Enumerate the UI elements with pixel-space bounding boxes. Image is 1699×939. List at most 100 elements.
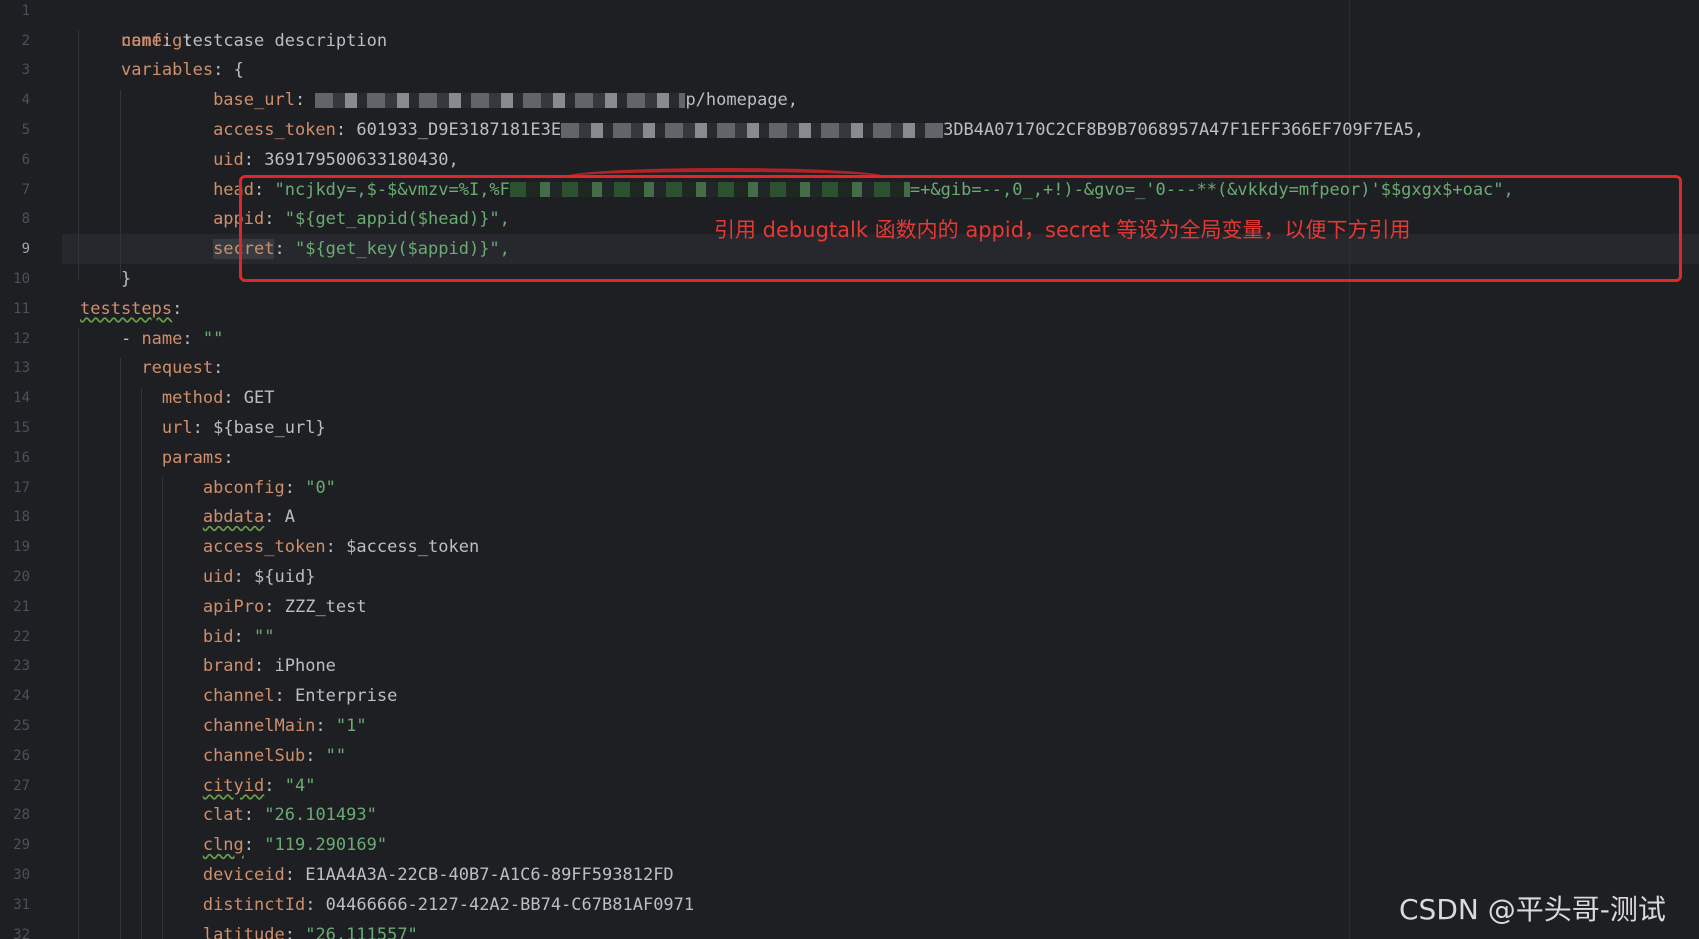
- list-dash: -: [120, 328, 142, 349]
- line-number: 4: [21, 92, 30, 109]
- yaml-key: bid: [202, 626, 234, 647]
- line-number: 20: [13, 569, 30, 585]
- code-line-22[interactable]: bid: "": [80, 623, 275, 653]
- yaml-key: channel: [202, 686, 275, 707]
- colon-punct: :: [315, 716, 336, 736]
- yaml-key: uid: [202, 567, 234, 587]
- code-line-6[interactable]: uid: 369179500633180430,: [80, 146, 459, 176]
- code-line-28[interactable]: clat: "26.101493": [80, 801, 377, 831]
- code-line-15[interactable]: url: ${base_url}: [80, 414, 326, 444]
- yaml-string: "1": [335, 716, 367, 736]
- code-line-16[interactable]: params:: [80, 444, 234, 474]
- line-number: 7: [21, 181, 30, 198]
- code-line-30[interactable]: deviceid: E1AA4A3A-22CB-40B7-A1C6-89FF59…: [80, 861, 674, 891]
- code-line-13[interactable]: request:: [80, 354, 223, 384]
- colon-punct: :: [335, 120, 357, 140]
- code-line-3[interactable]: variables: {: [80, 56, 244, 86]
- code-line-31[interactable]: distinctId: 04466666-2127-42A2-BB74-C67B…: [80, 891, 694, 921]
- line-number: 26: [13, 747, 30, 764]
- colon-punct: :: [192, 418, 214, 438]
- yaml-key: params: [161, 447, 224, 468]
- yaml-value: ${base_url}: [213, 418, 326, 438]
- yaml-value: GET: [243, 388, 275, 409]
- line-number: 23: [13, 658, 30, 675]
- code-line-29[interactable]: clng: "119.290169": [80, 831, 387, 861]
- colon-punct: :: [223, 388, 244, 409]
- colon-punct: :: [233, 626, 255, 647]
- yaml-string: "": [202, 328, 224, 349]
- line-number: 21: [13, 598, 30, 615]
- line-number: 18: [13, 509, 30, 526]
- line-number: 16: [13, 449, 30, 466]
- yaml-key: channelMain: [202, 716, 316, 736]
- code-line-17[interactable]: abconfig: "0": [80, 474, 336, 504]
- line-number: 24: [13, 688, 30, 705]
- colon-punct: :: [243, 835, 265, 856]
- code-line-1[interactable]: config:: [80, 0, 193, 51]
- yaml-key: distinctId: [202, 894, 306, 915]
- colon-punct: :: [305, 745, 326, 766]
- line-number: 5: [21, 122, 30, 138]
- code-line-32[interactable]: latitude: "26.111557": [80, 921, 418, 939]
- yaml-string: "119.290169": [264, 835, 388, 856]
- yaml-value: iPhone: [274, 656, 336, 677]
- code-line-21[interactable]: apiPro: ZZZ_test: [80, 593, 367, 623]
- code-line-20[interactable]: uid: ${uid}: [80, 563, 316, 593]
- code-line-25[interactable]: channelMain: "1": [80, 712, 367, 742]
- code-line-18[interactable]: abdata: A: [80, 503, 295, 533]
- colon-punct: :: [264, 596, 285, 617]
- line-number-gutter: 1 2 3 4 5 6 7 8 9 10 11 12 13 14 15 16 17 18 19 20 21 22 23 24 2…: [0, 0, 62, 939]
- yaml-key: url: [161, 418, 193, 438]
- yaml-key: clng: [202, 835, 244, 856]
- colon-punct: :: [264, 775, 285, 796]
- yaml-value: }: [120, 269, 132, 289]
- yaml-value: $access_token: [346, 537, 480, 558]
- line-number: 2: [21, 32, 30, 49]
- code-line-19[interactable]: access_token: $access_token: [80, 533, 479, 563]
- code-line-24[interactable]: channel: Enterprise: [80, 682, 398, 712]
- colon-punct: :: [254, 656, 275, 677]
- code-line-14[interactable]: method: GET: [80, 384, 275, 414]
- colon-punct: :: [243, 149, 265, 170]
- watermark: CSDN @平头哥-测试: [1399, 893, 1666, 926]
- line-number: 22: [13, 628, 30, 645]
- line-number: 1: [21, 2, 30, 19]
- line-number: 9: [21, 241, 30, 258]
- colon-punct: :: [274, 686, 295, 707]
- colon-punct: :: [325, 537, 347, 558]
- yaml-string: "26.101493": [264, 805, 377, 826]
- colon-punct: :: [182, 328, 203, 349]
- line-number: 12: [13, 330, 30, 347]
- code-line-4[interactable]: base_url: p/homepage,: [80, 86, 798, 116]
- yaml-string: "0": [305, 477, 336, 498]
- code-editor[interactable]: 1 2 3 4 5 6 7 8 9 10 11 12 13 14 15 16 17 18 19 20 21 22 23 24 2…: [0, 0, 1699, 939]
- colon-punct: :: [264, 507, 285, 528]
- indent-guide: [78, 328, 79, 939]
- line-number: 6: [21, 151, 30, 168]
- line-number: 3: [21, 62, 30, 79]
- colon-punct: :: [213, 60, 234, 81]
- code-line-26[interactable]: channelSub: "": [80, 742, 346, 772]
- line-number: 29: [13, 837, 30, 854]
- line-number: 14: [13, 390, 30, 407]
- code-line-2[interactable]: name: testcase description: [80, 27, 387, 57]
- code-line-12[interactable]: - name: "": [80, 325, 223, 355]
- code-line-11[interactable]: teststeps:: [80, 295, 182, 325]
- code-line-10[interactable]: }: [80, 265, 131, 295]
- code-line-27[interactable]: cityid: "4": [80, 772, 316, 802]
- code-line-23[interactable]: brand: iPhone: [80, 652, 336, 682]
- yaml-key: variables: [120, 60, 214, 81]
- line-number: 31: [13, 896, 30, 913]
- line-number: 10: [13, 271, 30, 287]
- yaml-key: uid: [213, 149, 244, 170]
- line-number: 15: [13, 420, 30, 436]
- line-number: 28: [13, 807, 30, 824]
- yaml-value: {: [233, 60, 244, 81]
- yaml-value: p/homepage,: [685, 90, 799, 111]
- yaml-string: "": [254, 626, 275, 647]
- code-line-5[interactable]: access_token: 601933_D9E3187181E3E 3DB4A0…: [80, 116, 1424, 146]
- redacted-block: [561, 122, 944, 138]
- colon-punct: :: [294, 90, 316, 111]
- colon-punct: :: [213, 358, 224, 379]
- line-number: 32: [13, 926, 30, 939]
